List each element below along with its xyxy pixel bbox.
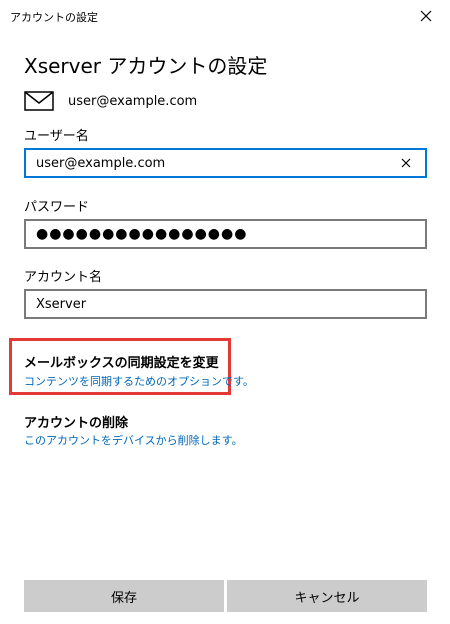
close-icon xyxy=(420,10,432,22)
account-name-label: アカウント名 xyxy=(24,270,103,285)
sync-settings-link[interactable]: コンテンツを同期するためのオプションです。 xyxy=(24,373,254,389)
password-field[interactable]: ●●●●●●●●●●●●●●●● xyxy=(24,219,427,249)
close-button[interactable] xyxy=(412,4,440,28)
mail-icon xyxy=(24,91,54,111)
save-button[interactable]: 保存 xyxy=(24,580,224,612)
username-label: ユーザー名 xyxy=(24,129,89,144)
close-icon xyxy=(401,158,411,168)
clear-username-button[interactable] xyxy=(397,154,415,172)
password-value: ●●●●●●●●●●●●●●●● xyxy=(36,226,248,242)
username-value: user@example.com xyxy=(36,155,166,171)
account-name-field[interactable]: Xserver xyxy=(24,289,427,319)
delete-account-title: アカウントの削除 xyxy=(24,416,129,431)
title-bar: アカウントの設定 xyxy=(0,0,450,32)
username-field[interactable]: user@example.com xyxy=(24,148,427,178)
cancel-button[interactable]: キャンセル xyxy=(227,580,427,612)
window-title: アカウントの設定 xyxy=(10,11,98,24)
sync-settings-title: メールボックスの同期設定を変更 xyxy=(24,356,219,371)
account-name-value: Xserver xyxy=(36,296,87,312)
page-title: Xserver アカウントの設定 xyxy=(24,54,268,78)
account-email: user@example.com xyxy=(68,93,198,109)
delete-account-link[interactable]: このアカウントをデバイスから削除します。 xyxy=(24,432,243,448)
account-email-row: user@example.com xyxy=(24,90,197,112)
account-settings-dialog: アカウントの設定 Xserver アカウントの設定 user@example.c… xyxy=(0,0,450,624)
password-label: パスワード xyxy=(24,200,90,215)
